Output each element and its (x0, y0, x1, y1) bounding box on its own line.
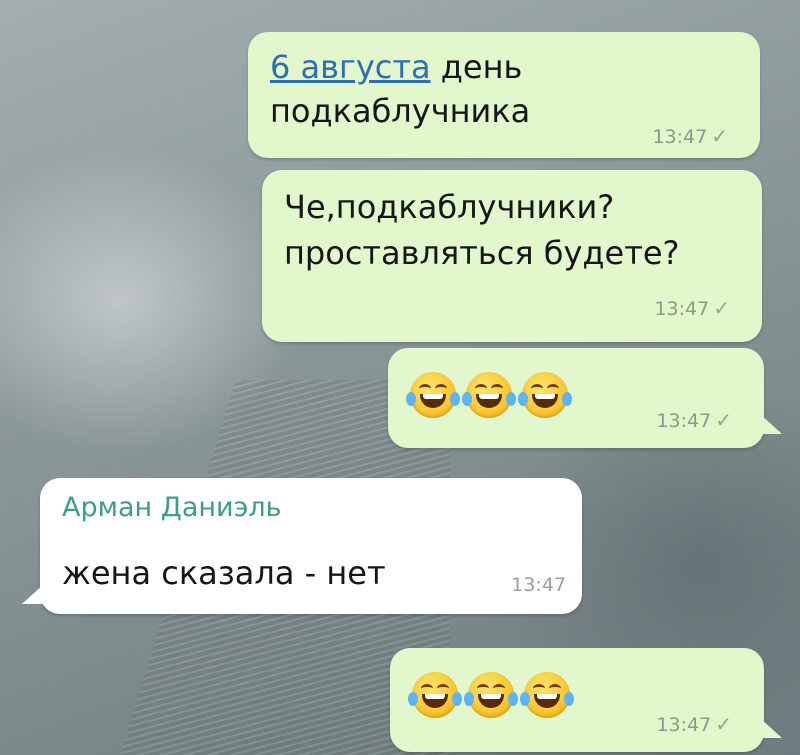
message-meta: 13:47 ✓ (654, 296, 730, 320)
message-text-line: Че,подкаблучники? (284, 188, 615, 226)
message-meta: 13:47 ✓ (652, 124, 728, 148)
face-with-tears-of-joy-icon (462, 372, 516, 418)
single-check-icon: ✓ (711, 124, 728, 148)
bubble-tail (760, 718, 782, 738)
face-with-tears-of-joy-icon (518, 372, 572, 418)
outgoing-message-bubble[interactable]: 6 августа день подкаблучника 13:47 ✓ (248, 32, 760, 158)
message-time: 13:47 (656, 714, 712, 736)
date-link[interactable]: 6 августа (270, 48, 431, 86)
message-time: 13:47 (656, 410, 712, 432)
message-time: 13:47 (652, 126, 708, 148)
message-meta: 13:47 ✓ (656, 408, 732, 432)
outgoing-message-bubble[interactable]: 13:47 ✓ (388, 348, 782, 448)
message-time: 13:47 (654, 298, 710, 320)
message-time: 13:47 (511, 574, 566, 596)
face-with-tears-of-joy-icon (520, 672, 574, 718)
message-text: жена сказала - нет (62, 554, 386, 592)
message-meta: 13:47 ✓ (656, 712, 732, 736)
face-with-tears-of-joy-icon (464, 672, 518, 718)
bubble-tail (22, 584, 44, 604)
single-check-icon: ✓ (715, 712, 732, 736)
emoji-row (408, 672, 574, 718)
message-text: 6 августа день (270, 44, 522, 90)
bubble-tail (760, 414, 782, 434)
incoming-message-bubble[interactable]: Арман Даниэль жена сказала - нет 13:47 (22, 478, 582, 614)
sender-name[interactable]: Арман Даниэль (62, 492, 282, 523)
outgoing-message-bubble[interactable]: 13:47 ✓ (390, 648, 782, 752)
face-with-tears-of-joy-icon (406, 372, 460, 418)
message-text-line: подкаблучника (270, 92, 531, 130)
single-check-icon: ✓ (713, 296, 730, 320)
emoji-row (406, 372, 572, 418)
face-with-tears-of-joy-icon (408, 672, 462, 718)
single-check-icon: ✓ (715, 408, 732, 432)
message-text-part: день (430, 48, 523, 86)
outgoing-message-bubble[interactable]: Че,подкаблучники? проставляться будете? … (262, 170, 762, 342)
message-text-line: проставляться будете? (284, 234, 680, 272)
